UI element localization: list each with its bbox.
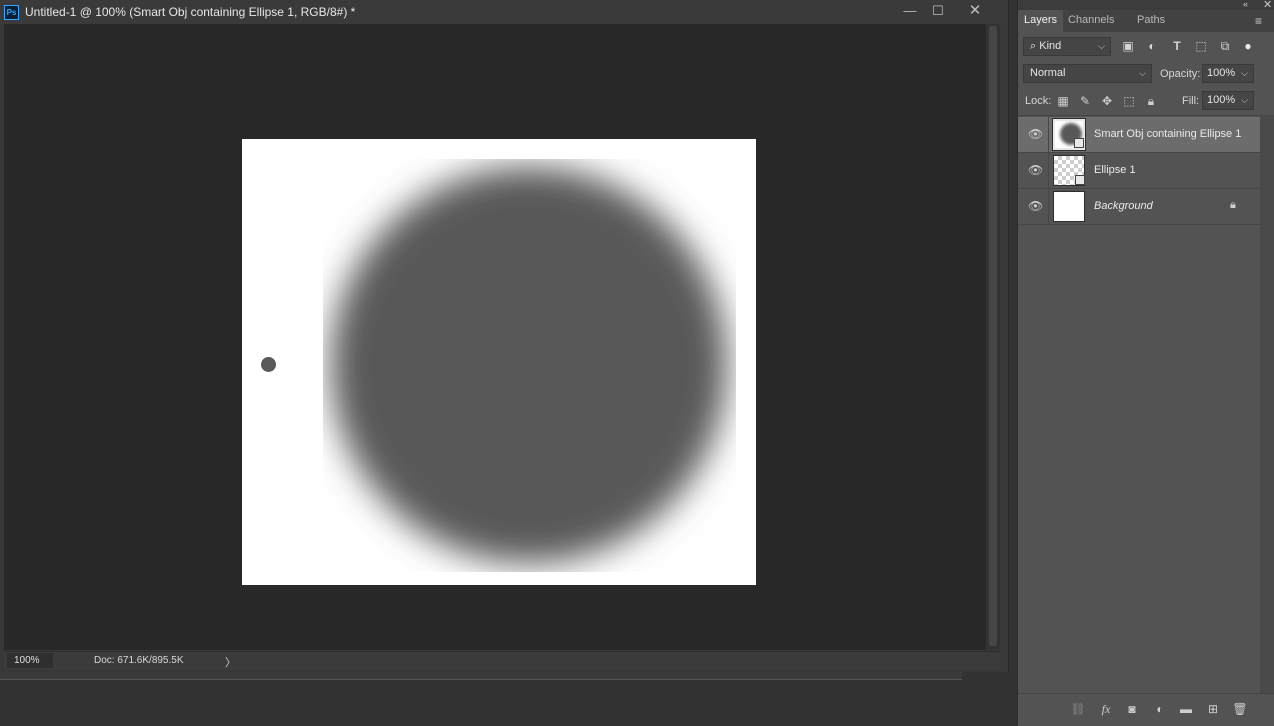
layer-lock-icon[interactable]: 🔒︎ <box>1230 199 1236 212</box>
transparent-layer-thumbnail <box>1053 155 1085 186</box>
ellipse-shape[interactable] <box>261 357 276 372</box>
visibility-eye-icon[interactable]: 👁︎ <box>1028 127 1043 141</box>
vertical-scrollbar[interactable] <box>986 24 1000 650</box>
filter-toggle-icon[interactable]: ● <box>1240 38 1256 54</box>
link-layers-icon[interactable]: ⛓︎ <box>1068 700 1088 718</box>
layer-name[interactable]: Ellipse 1 <box>1094 164 1136 176</box>
document-titlebar[interactable]: Ps Untitled-1 @ 100% (Smart Obj containi… <box>0 0 1008 24</box>
opacity-value: 100% <box>1207 67 1236 79</box>
trash-icon[interactable]: 🗑︎ <box>1230 700 1250 718</box>
document-size-info: Doc: 671.6K/895.5K <box>94 655 184 666</box>
smart-object-thumbnail <box>1053 119 1085 150</box>
lock-image-icon[interactable]: ✎ <box>1077 93 1093 109</box>
fill-label: Fill: <box>1182 95 1200 107</box>
layer-mask-icon[interactable]: ◙ <box>1122 700 1142 718</box>
close-button[interactable]: ✕ <box>963 2 987 20</box>
tab-channels[interactable]: Channels <box>1062 10 1120 32</box>
layer-row-background[interactable]: 👁︎ Background 🔒︎ <box>1018 189 1260 225</box>
chevron-down-icon: ⌵ <box>1139 68 1146 78</box>
chevron-down-icon: ⌵ <box>1241 95 1248 105</box>
filter-kind-select[interactable]: ⌕ Kind ⌵ <box>1023 37 1111 56</box>
blend-mode-value: Normal <box>1030 67 1066 79</box>
blurred-smart-object-shape[interactable] <box>323 159 736 572</box>
filter-kind-value: Kind <box>1039 40 1062 52</box>
lock-artboard-icon[interactable]: ⬚ <box>1121 93 1137 109</box>
opacity-field[interactable]: 100% ⌵ <box>1202 64 1254 83</box>
vertical-scroll-thumb[interactable] <box>989 26 997 646</box>
blend-mode-select[interactable]: Normal ⌵ <box>1023 64 1152 83</box>
zoom-value[interactable]: 100% <box>14 655 40 666</box>
new-group-icon[interactable]: ▬ <box>1176 700 1196 718</box>
panel-header: « ✕ <box>1018 0 1274 11</box>
chevron-down-icon: ⌵ <box>1241 68 1248 78</box>
layers-panel: « ✕ Layers Channels Paths ≡ ⌕ Kind ⌵ ▣ ◐… <box>1017 0 1274 726</box>
layer-row-smart-object[interactable]: 👁︎ Smart Obj containing Ellipse 1 <box>1018 117 1260 153</box>
status-menu-arrow-icon[interactable]: 〉 <box>225 654 236 670</box>
document-canvas[interactable] <box>242 139 756 585</box>
layer-list-scrollbar[interactable] <box>1260 115 1274 693</box>
visibility-eye-icon[interactable]: 👁︎ <box>1028 199 1043 213</box>
chevron-down-icon: ⌵ <box>1098 41 1105 51</box>
lock-transparent-icon[interactable]: ▦ <box>1055 93 1071 109</box>
lock-all-icon[interactable]: 🔒︎ <box>1143 93 1159 109</box>
fill-value: 100% <box>1207 94 1236 106</box>
adjustment-filter-icon[interactable]: ◐ <box>1144 38 1160 54</box>
panel-menu-icon[interactable]: ≡ <box>1255 14 1262 28</box>
layer-row-ellipse[interactable]: 👁︎ Ellipse 1 <box>1018 153 1260 189</box>
document-title: Untitled-1 @ 100% (Smart Obj containing … <box>25 5 356 19</box>
shape-filter-icon[interactable]: ⬚ <box>1193 38 1209 54</box>
visibility-eye-icon[interactable]: 👁︎ <box>1028 163 1043 177</box>
smart-object-filter-icon[interactable]: ⧉ <box>1217 38 1233 54</box>
tab-layers[interactable]: Layers <box>1018 10 1064 32</box>
photoshop-logo-icon: Ps <box>4 5 19 20</box>
maximize-button[interactable]: ☐ <box>926 2 950 20</box>
tab-paths[interactable]: Paths <box>1131 10 1171 32</box>
lock-position-icon[interactable]: ✥ <box>1099 93 1115 109</box>
magnifier-icon: ⌕ <box>1030 40 1037 52</box>
shape-layer-badge-icon <box>1075 175 1085 185</box>
new-layer-icon[interactable]: ⊞ <box>1203 700 1223 718</box>
layer-list: 👁︎ Smart Obj containing Ellipse 1 👁︎ Ell… <box>1018 115 1274 694</box>
horizontal-scrollbar[interactable] <box>0 672 962 680</box>
panel-tabs: Layers Channels Paths ≡ <box>1018 10 1274 32</box>
smart-object-badge-icon <box>1074 138 1084 148</box>
opacity-label: Opacity: <box>1160 68 1201 80</box>
image-filter-icon[interactable]: ▣ <box>1120 38 1136 54</box>
adjustment-layer-icon[interactable]: ◐ <box>1150 700 1170 718</box>
type-filter-icon[interactable]: T <box>1169 38 1185 54</box>
layers-panel-footer: ⛓︎ fx ◙ ◐ ▬ ⊞ 🗑︎ <box>1018 693 1274 726</box>
status-bar: 100% Doc: 671.6K/895.5K 〉 <box>4 651 1000 670</box>
document-window: Ps Untitled-1 @ 100% (Smart Obj containi… <box>0 0 1009 680</box>
collapse-panel-icon[interactable]: « <box>1243 0 1248 9</box>
lock-label: Lock: <box>1025 95 1052 107</box>
canvas-workspace[interactable] <box>4 24 986 650</box>
fx-icon[interactable]: fx <box>1096 700 1116 718</box>
fill-field[interactable]: 100% ⌵ <box>1202 91 1254 110</box>
layer-name[interactable]: Smart Obj containing Ellipse 1 <box>1094 128 1241 140</box>
minimize-button[interactable]: — <box>898 2 922 20</box>
background-layer-thumbnail <box>1053 191 1085 222</box>
layer-name[interactable]: Background <box>1094 200 1153 212</box>
